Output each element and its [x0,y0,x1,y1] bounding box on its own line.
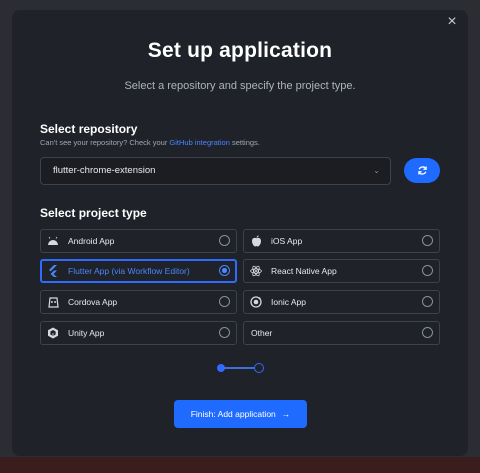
project-option-unity[interactable]: Unity App [40,321,237,345]
project-option-ionic[interactable]: Ionic App [243,290,440,314]
option-radio[interactable] [219,296,230,307]
dialog-subtitle: Select a repository and specify the proj… [124,80,356,92]
android-icon [47,235,59,247]
option-label: Unity App [68,328,105,338]
project-option-react-native[interactable]: React Native App [243,259,440,283]
finish-add-application-button[interactable]: Finish: Add application → [174,400,307,428]
close-icon[interactable]: × [444,14,460,30]
option-label: Flutter App (via Workflow Editor) [68,266,190,276]
apple-icon [250,235,262,247]
project-option-android[interactable]: Android App [40,229,237,253]
option-radio[interactable] [219,235,230,246]
option-radio[interactable] [422,265,433,276]
react-icon [250,265,262,277]
option-radio[interactable] [422,327,433,338]
option-radio[interactable] [219,265,230,276]
option-label: Ionic App [271,297,306,307]
hint-prefix: Can't see your repository? Check your [40,138,170,147]
step-1-dot [217,364,225,372]
option-label: React Native App [271,266,337,276]
flutter-icon [47,265,59,277]
github-integration-link[interactable]: GitHub integration [169,138,229,147]
setup-application-dialog: × Set up application Select a repository… [12,10,468,456]
option-radio[interactable] [422,235,433,246]
unity-icon [47,327,59,339]
option-radio[interactable] [422,296,433,307]
option-label: iOS App [271,236,303,246]
option-label: Android App [68,236,115,246]
refresh-button[interactable] [404,158,440,183]
repository-heading: Select repository [40,122,138,136]
hint-suffix: settings. [229,138,260,147]
refresh-icon [417,166,427,175]
cordova-icon [47,296,59,308]
repository-select[interactable]: flutter-chrome-extension ⌄ [40,157,391,185]
option-label: Cordova App [68,297,118,307]
step-2-dot [254,363,264,373]
repository-hint: Can't see your repository? Check your Gi… [40,138,260,147]
ionic-icon [250,296,262,308]
arrow-right-icon: → [281,409,291,419]
project-option-cordova[interactable]: Cordova App [40,290,237,314]
finish-button-label: Finish: Add application [190,409,276,419]
step-indicator [217,363,267,373]
chevron-down-icon: ⌄ [373,166,380,175]
option-label: Other [251,328,273,338]
backdrop [0,457,480,473]
dialog-title: Set up application [147,39,333,62]
option-radio[interactable] [219,327,230,338]
project-type-heading: Select project type [40,206,147,220]
repository-select-value: flutter-chrome-extension [53,165,156,176]
project-option-ios[interactable]: iOS App [243,229,440,253]
step-connector [224,367,258,369]
project-option-flutter[interactable]: Flutter App (via Workflow Editor) [40,259,237,283]
project-option-other[interactable]: Other [243,321,440,345]
